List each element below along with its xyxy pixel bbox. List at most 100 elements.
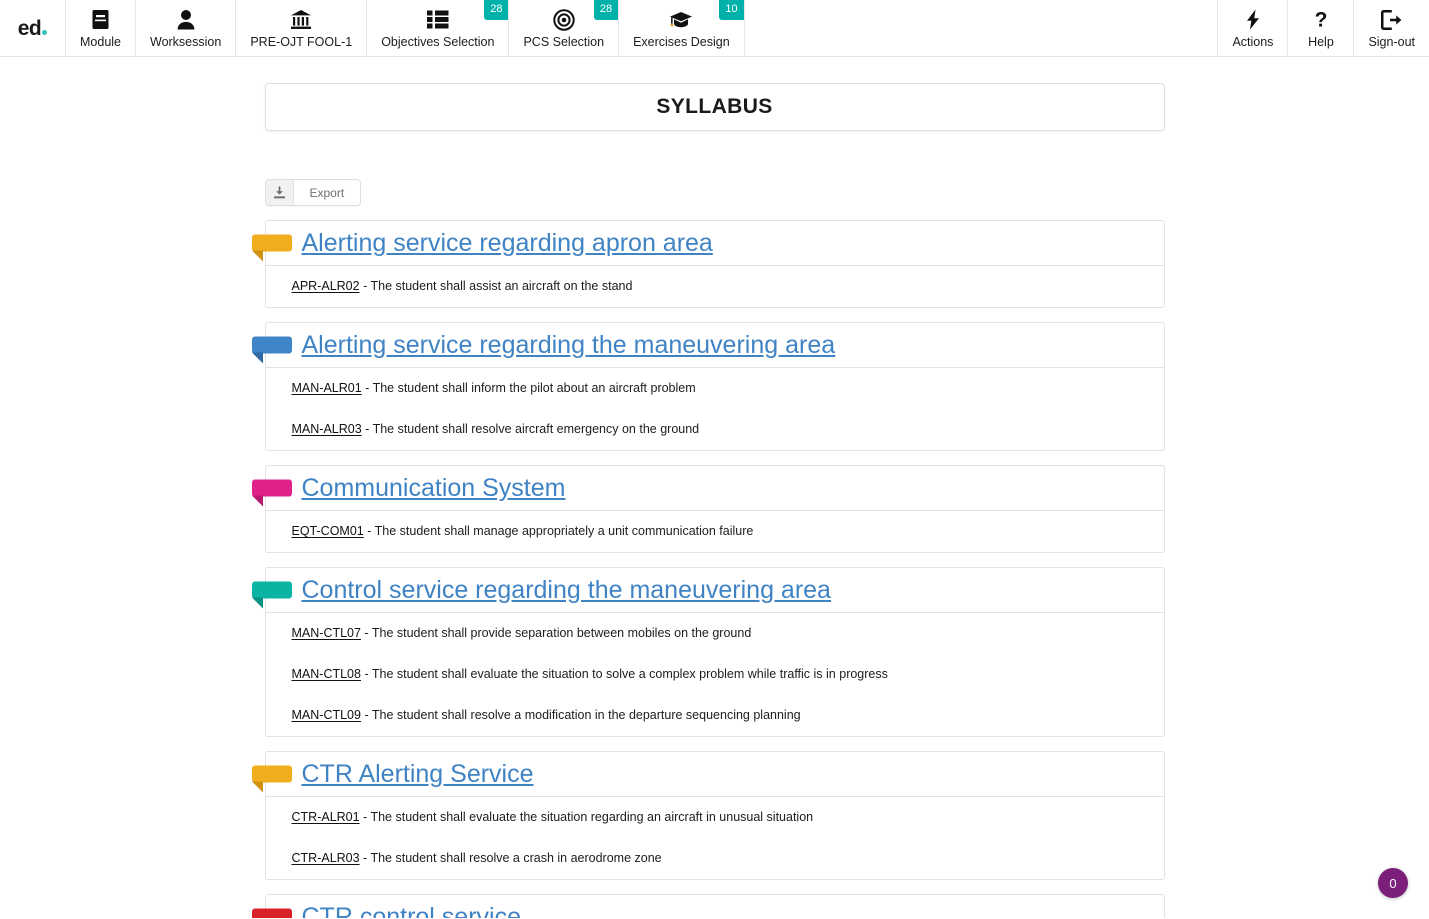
- objective-code-link[interactable]: CTR-ALR01: [292, 810, 360, 824]
- objective-row: APR-ALR02 - The student shall assist an …: [266, 266, 1164, 307]
- nav-item-pcs-selection[interactable]: 28 PCS Selection: [509, 0, 620, 56]
- page-title-card: SYLLABUS: [264, 83, 1165, 131]
- group-color-tag-icon: [251, 234, 292, 262]
- download-icon: [265, 180, 294, 205]
- objective-row: MAN-ALR03 - The student shall resolve ai…: [266, 409, 1164, 450]
- user-icon: [176, 9, 196, 31]
- objective-description: The student shall provide separation bet…: [371, 626, 752, 640]
- group-color-tag-icon: [251, 336, 292, 364]
- syllabus-group-header: Communication System: [251, 465, 1165, 511]
- toolbar: Export: [264, 179, 1165, 206]
- objective-description: The student shall evaluate the situation…: [370, 810, 814, 824]
- syllabus-group: CTR Alerting Service CTR-ALR01 - The stud…: [251, 751, 1165, 880]
- objective-description: The student shall resolve a modification…: [371, 708, 801, 722]
- syllabus-list: Alerting service regarding apron area APR…: [251, 220, 1165, 918]
- objective-separator: -: [363, 524, 375, 538]
- export-button[interactable]: Export: [264, 179, 362, 206]
- nav-item-exercises-design[interactable]: 10 Exercises Design: [619, 0, 745, 56]
- nav-item-label: Actions: [1232, 34, 1274, 49]
- question-mark-icon: ?: [1313, 9, 1329, 31]
- objective-description: The student shall evaluate the situation…: [371, 667, 888, 681]
- book-icon: [91, 9, 110, 31]
- nav-item-label: Objectives Selection: [381, 34, 495, 49]
- objective-code-link[interactable]: MAN-ALR01: [292, 381, 362, 395]
- syllabus-group-body: CTR-ALR01 - The student shall evaluate t…: [264, 797, 1165, 880]
- syllabus-group-title-link[interactable]: Alerting service regarding apron area: [302, 230, 713, 257]
- objective-code-link[interactable]: EQT-COM01: [292, 524, 364, 538]
- syllabus-group-title-link[interactable]: Communication System: [302, 475, 566, 502]
- nav-item-label: Sign-out: [1368, 34, 1415, 49]
- bank-icon: [290, 9, 312, 31]
- syllabus-group: Alerting service regarding the maneuveri…: [251, 322, 1165, 451]
- svg-text:?: ?: [1315, 9, 1328, 31]
- nav-item-label: Exercises Design: [633, 34, 730, 49]
- objective-code-link[interactable]: MAN-CTL07: [292, 626, 361, 640]
- objective-code-link[interactable]: MAN-CTL08: [292, 667, 361, 681]
- syllabus-group-header: Alerting service regarding the maneuveri…: [251, 322, 1165, 368]
- objective-row: MAN-ALR01 - The student shall inform the…: [266, 368, 1164, 409]
- syllabus-group-body: MAN-ALR01 - The student shall inform the…: [264, 368, 1165, 451]
- objective-code-link[interactable]: CTR-ALR03: [292, 851, 360, 865]
- syllabus-group: CTR control serviceCTR-CTL01 - The stude…: [251, 894, 1165, 918]
- syllabus-group-body: EQT-COM01 - The student shall manage app…: [264, 511, 1165, 553]
- objective-row: MAN-CTL07 - The student shall provide se…: [266, 613, 1164, 654]
- nav-item-actions[interactable]: Actions: [1217, 0, 1288, 56]
- syllabus-group-title-link[interactable]: CTR Alerting Service: [302, 761, 534, 788]
- content-container: SYLLABUS Export Alerting service regardi…: [251, 57, 1165, 918]
- app-logo[interactable]: ed: [0, 0, 66, 56]
- nav-item-objectives-selection[interactable]: 28 Objectives Selection: [367, 0, 510, 56]
- objective-row: EQT-COM01 - The student shall manage app…: [266, 511, 1164, 552]
- objective-description: The student shall inform the pilot about…: [372, 381, 696, 395]
- notification-badge[interactable]: 0: [1378, 868, 1408, 898]
- objective-separator: -: [360, 667, 372, 681]
- group-color-tag-icon: [251, 479, 292, 507]
- syllabus-group: Alerting service regarding apron area APR…: [251, 220, 1165, 308]
- syllabus-group-header: Control service regarding the maneuverin…: [251, 567, 1165, 613]
- objective-separator: -: [359, 810, 371, 824]
- nav-item-help[interactable]: ? Help: [1287, 0, 1354, 56]
- syllabus-group-header: CTR Alerting Service: [251, 751, 1165, 797]
- objective-code-link[interactable]: MAN-ALR03: [292, 422, 362, 436]
- nav-item-label: Module: [80, 34, 121, 49]
- objective-separator: -: [361, 422, 373, 436]
- nav-item-pre-ojt-fool-1[interactable]: PRE-OJT FOOL-1: [236, 0, 368, 56]
- group-color-tag-icon: [251, 908, 292, 918]
- objective-description: The student shall manage appropriately a…: [374, 524, 754, 538]
- syllabus-group: Communication System EQT-COM01 - The stud…: [251, 465, 1165, 553]
- objective-description: The student shall resolve a crash in aer…: [370, 851, 662, 865]
- page-body: SYLLABUS Export Alerting service regardi…: [0, 57, 1429, 918]
- nav-item-badge: 28: [484, 0, 509, 20]
- objective-row: MAN-CTL08 - The student shall evaluate t…: [266, 654, 1164, 695]
- objective-row: CTR-ALR01 - The student shall evaluate t…: [266, 797, 1164, 838]
- sign-out-icon: [1380, 9, 1403, 31]
- nav-item-label: Help: [1308, 34, 1334, 49]
- nav-item-sign-out[interactable]: Sign-out: [1353, 0, 1429, 56]
- objective-code-link[interactable]: MAN-CTL09: [292, 708, 361, 722]
- lightning-icon: [1246, 9, 1260, 31]
- nav-item-badge: 28: [593, 0, 619, 20]
- group-color-tag-icon: [251, 581, 292, 609]
- list-grid-icon: [426, 9, 449, 31]
- objective-row: MAN-CTL09 - The student shall resolve a …: [266, 695, 1164, 736]
- syllabus-group-header: CTR control service: [251, 894, 1165, 918]
- objective-separator: -: [360, 708, 372, 722]
- objective-separator: -: [359, 279, 371, 293]
- nav-item-module[interactable]: Module: [66, 0, 136, 56]
- syllabus-group-title-link[interactable]: CTR control service: [302, 904, 522, 918]
- objective-separator: -: [359, 851, 371, 865]
- syllabus-group-title-link[interactable]: Alerting service regarding the maneuveri…: [302, 332, 836, 359]
- nav-item-badge: 10: [719, 0, 744, 20]
- logo-dot-icon: [42, 29, 48, 35]
- objective-code-link[interactable]: APR-ALR02: [292, 279, 360, 293]
- objective-separator: -: [360, 626, 372, 640]
- syllabus-group-header: Alerting service regarding apron area: [251, 220, 1165, 266]
- export-button-label: Export: [309, 185, 345, 200]
- objective-description: The student shall assist an aircraft on …: [370, 279, 633, 293]
- nav-item-worksession[interactable]: Worksession: [136, 0, 237, 56]
- objective-separator: -: [361, 381, 373, 395]
- group-color-tag-icon: [251, 765, 292, 793]
- syllabus-group-title-link[interactable]: Control service regarding the maneuverin…: [302, 577, 831, 604]
- syllabus-group: Control service regarding the maneuverin…: [251, 567, 1165, 737]
- nav-left-group: ed Module Worksession PRE-OJT FOOL-1 28: [0, 0, 745, 56]
- target-icon: [553, 9, 575, 31]
